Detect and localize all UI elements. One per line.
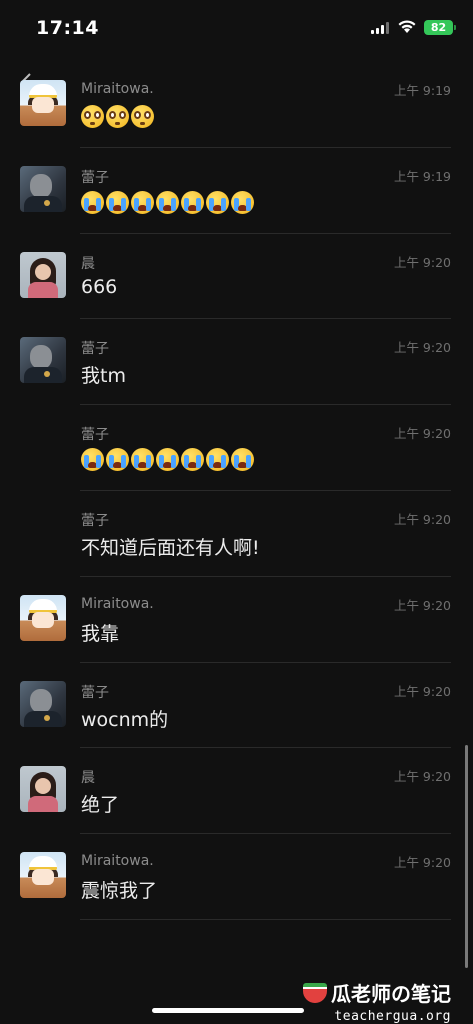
sender-name: 晨 (81, 770, 95, 787)
message-timestamp: 上午 9:20 (393, 426, 451, 442)
message-timestamp: 上午 9:20 (393, 511, 451, 527)
message-row[interactable]: 蕾子 上午 9:20 我tm (0, 319, 473, 406)
crying-face-emoji-icon (181, 190, 204, 214)
shocked-face-emoji-icon (81, 105, 104, 128)
shocked-face-emoji-icon (106, 105, 129, 128)
watermark-title: 瓜老师の笔记 (331, 982, 451, 1006)
message-row[interactable]: Miraitowa. 上午 9:20 我靠 (0, 577, 473, 663)
message-timestamp: 上午 9:20 (393, 597, 451, 613)
message-row[interactable]: 蕾子 上午 9:19 (0, 148, 473, 234)
sender-name: 蕾子 (81, 169, 109, 186)
sender-name: Miraitowa. (81, 853, 154, 870)
avatar[interactable] (20, 594, 66, 641)
status-bar: 17:14 82 (0, 0, 473, 58)
message-text[interactable]: 绝了 (81, 790, 119, 817)
message-timestamp: 上午 9:20 (393, 855, 451, 871)
avatar[interactable] (20, 80, 66, 126)
emoji-message[interactable] (81, 105, 154, 128)
crying-face-emoji-icon (206, 448, 229, 472)
message-timestamp: 上午 9:19 (393, 168, 451, 184)
avatar[interactable] (20, 337, 66, 384)
crying-face-emoji-icon (81, 448, 104, 472)
crying-face-emoji-icon (131, 448, 154, 472)
message-row[interactable]: 蕾子 上午 9:20 (0, 405, 473, 491)
divider (80, 918, 451, 920)
avatar[interactable] (20, 251, 66, 298)
status-time: 17:14 (36, 17, 99, 39)
scrollbar[interactable] (465, 745, 468, 968)
sender-name: 蕾子 (81, 684, 109, 701)
sender-name: 晨 (81, 255, 95, 272)
crying-face-emoji-icon (106, 190, 129, 214)
avatar[interactable] (20, 680, 66, 727)
emoji-message[interactable] (81, 448, 254, 472)
avatar[interactable] (20, 852, 66, 899)
emoji-message[interactable] (81, 190, 254, 214)
message-row[interactable]: 蕾子 上午 9:20 不知道后面还有人啊! (0, 491, 473, 577)
home-indicator[interactable] (152, 1008, 304, 1013)
message-timestamp: 上午 9:20 (393, 683, 451, 699)
crying-face-emoji-icon (106, 448, 129, 472)
crying-face-emoji-icon (181, 448, 204, 472)
message-row[interactable]: Miraitowa. 上午 9:19 (0, 62, 473, 148)
message-timestamp: 上午 9:20 (393, 340, 451, 356)
avatar[interactable] (20, 766, 66, 813)
sender-name: Miraitowa. (81, 595, 154, 612)
message-text[interactable]: 不知道后面还有人啊! (81, 533, 260, 560)
message-text[interactable]: 我tm (81, 361, 126, 388)
crying-face-emoji-icon (206, 190, 229, 214)
sender-name: 蕾子 (81, 341, 109, 358)
crying-face-emoji-icon (231, 448, 254, 472)
cellular-signal-icon (371, 22, 389, 34)
crying-face-emoji-icon (131, 190, 154, 214)
message-timestamp: 上午 9:20 (393, 254, 451, 270)
crying-face-emoji-icon (81, 190, 104, 214)
crying-face-emoji-icon (156, 448, 179, 472)
message-row[interactable]: Miraitowa. 上午 9:20 震惊我了 (0, 834, 473, 920)
sender-name: Miraitowa. (81, 81, 154, 97)
message-row[interactable]: 晨 上午 9:20 绝了 (0, 748, 473, 835)
sender-name: 蕾子 (81, 512, 109, 529)
crying-face-emoji-icon (156, 190, 179, 214)
chat-history-list[interactable]: Miraitowa. 上午 9:19 蕾子 上午 9:19 晨上午 9:20 666 蕾子上… (0, 62, 473, 920)
message-text[interactable]: 666 (81, 276, 117, 298)
wifi-icon (398, 20, 416, 33)
message-timestamp: 上午 9:19 (393, 83, 451, 98)
watermark: 瓜老师の笔记 teachergua.org (303, 978, 451, 1024)
shocked-face-emoji-icon (131, 105, 154, 128)
message-timestamp: 上午 9:20 (393, 769, 451, 785)
message-row[interactable]: 晨 上午 9:20 666 (0, 234, 473, 320)
crying-face-emoji-icon (231, 190, 254, 214)
watermelon-icon (303, 982, 327, 1003)
message-text[interactable]: 我靠 (81, 619, 119, 646)
message-text[interactable]: wocnm的 (81, 705, 168, 732)
avatar[interactable] (20, 165, 66, 212)
battery-indicator: 82 (424, 20, 456, 35)
message-text[interactable]: 震惊我了 (81, 876, 157, 903)
sender-name: 蕾子 (81, 427, 109, 444)
watermark-url: teachergua.org (334, 1009, 451, 1024)
message-row[interactable]: 蕾子 上午 9:20 wocnm的 (0, 663, 473, 749)
